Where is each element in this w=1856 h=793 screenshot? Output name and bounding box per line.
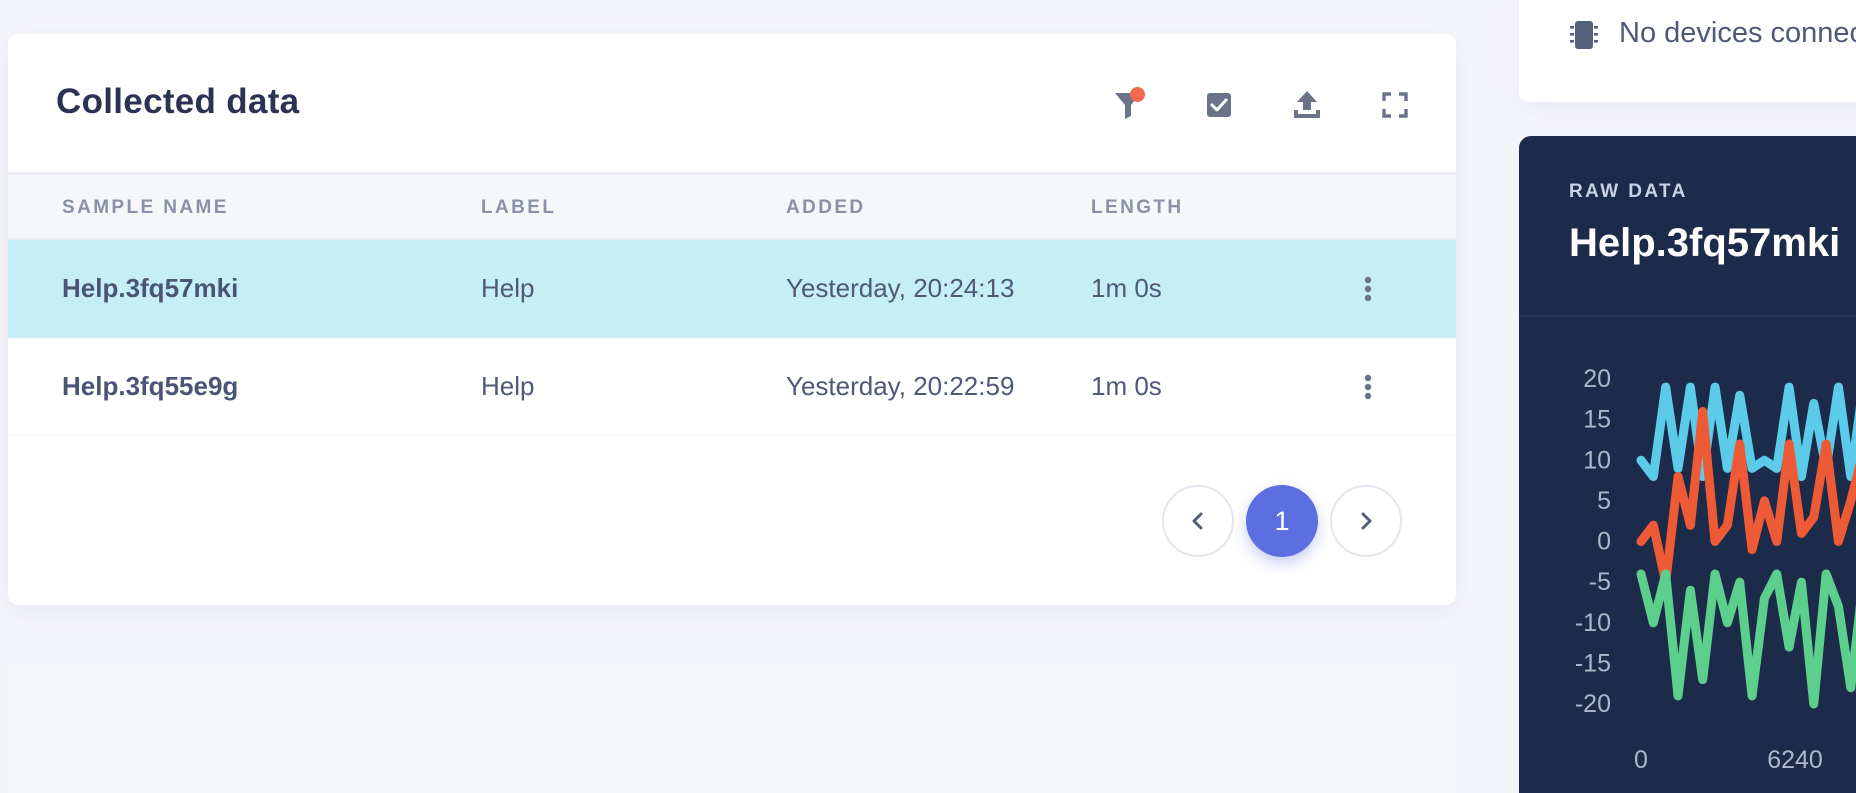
sample-length: 1m 0s [1091,273,1162,303]
y-tick-label: -10 [1575,609,1611,637]
row-menu-button[interactable] [1348,366,1388,408]
secondary-card [8,665,1456,793]
card-title: Collected data [56,82,300,121]
device-status-card: No devices connec [1519,0,1856,102]
y-tick-label: -20 [1575,690,1611,718]
table-header: SAMPLE NAME LABEL ADDED LENGTH [8,175,1456,240]
y-tick-label: -15 [1575,649,1611,677]
row-menu-button[interactable] [1348,268,1388,310]
device-status-text: No devices connec [1619,17,1856,49]
card-header: Collected data [8,34,1456,175]
column-header-label[interactable]: LABEL [481,197,556,219]
y-tick-label: 0 [1597,528,1611,556]
pagination-next-button[interactable] [1330,485,1402,557]
y-tick-label: 10 [1583,446,1611,474]
y-tick-label: -5 [1589,568,1611,596]
select-checkbox-icon [1207,93,1231,117]
table-row[interactable]: Help.3fq57mki Help Yesterday, 20:24:13 1… [8,240,1456,338]
column-header-added[interactable]: ADDED [786,197,866,219]
fullscreen-button[interactable] [1370,80,1420,130]
collected-data-card: Collected data SAMPLE NAME LABEL ADDED L… [8,34,1456,605]
fullscreen-icon [1382,92,1408,118]
upload-button[interactable] [1282,80,1332,130]
y-tick-label: 15 [1583,406,1611,434]
x-tick-label: 0 [1634,746,1648,774]
raw-data-chart: 20 15 10 5 0 -5 -10 -15 -20 0 6240 [1575,365,1856,774]
table-row[interactable]: Help.3fq55e9g Help Yesterday, 20:22:59 1… [8,338,1456,436]
filter-button[interactable] [1103,80,1153,130]
pagination-page-current[interactable]: 1 [1246,485,1318,557]
chip-icon [1570,21,1598,49]
series-line-2 [1636,569,1856,709]
x-tick-label: 6240 [1767,746,1823,774]
pagination-prev-button[interactable] [1162,485,1234,557]
filter-active-badge [1130,87,1145,102]
chevron-left-icon [1192,512,1203,530]
sample-length: 1m 0s [1091,371,1162,401]
upload-icon [1294,91,1320,118]
column-header-length[interactable]: LENGTH [1091,197,1184,219]
sample-name: Help.3fq57mki [62,273,239,303]
select-button[interactable] [1194,80,1244,130]
sample-added: Yesterday, 20:22:59 [786,371,1015,401]
raw-data-panel: RAW DATA Help.3fq57mki 20 15 10 5 0 -5 -10 -15-… [1519,136,1856,793]
column-header-sample-name[interactable]: SAMPLE NAME [62,197,229,219]
sample-label: Help [481,371,535,401]
more-vertical-icon [1364,374,1372,400]
chevron-right-icon [1361,512,1372,530]
y-tick-label: 5 [1597,487,1611,515]
y-tick-label: 20 [1583,365,1611,393]
more-vertical-icon [1364,276,1372,302]
sample-name: Help.3fq55e9g [62,371,239,401]
sample-label: Help [481,273,535,303]
sample-added: Yesterday, 20:24:13 [786,273,1015,303]
